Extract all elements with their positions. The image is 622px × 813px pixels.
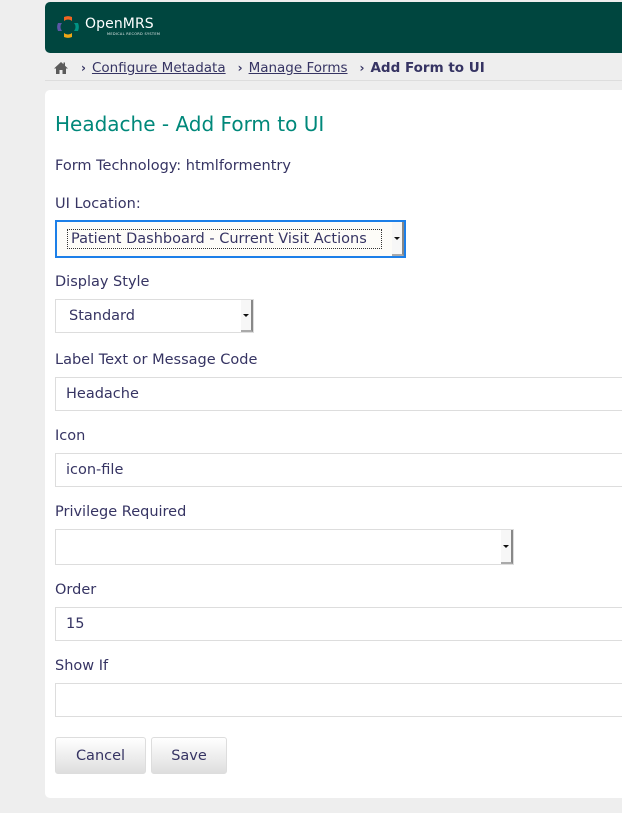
dropdown-arrow[interactable] xyxy=(241,300,253,332)
label-text-input[interactable]: Headache xyxy=(55,377,622,411)
privilege-label: Privilege Required xyxy=(55,504,187,520)
privilege-select[interactable] xyxy=(55,529,514,565)
display-style-label: Display Style xyxy=(55,274,150,290)
logo-name: OpenMRS xyxy=(85,16,154,32)
order-label: Order xyxy=(55,582,97,598)
chevron-right-icon: › xyxy=(359,61,365,75)
breadcrumb-manage-forms[interactable]: Manage Forms xyxy=(249,60,348,76)
form-technology-text: Form Technology: htmlformentry xyxy=(55,158,291,174)
breadcrumb-current: Add Form to UI xyxy=(370,60,485,76)
chevron-right-icon: › xyxy=(81,61,86,75)
cancel-button[interactable]: Cancel xyxy=(55,737,146,774)
ui-location-label: UI Location: xyxy=(55,196,141,212)
home-icon[interactable] xyxy=(53,61,69,75)
chevron-down-icon xyxy=(394,236,400,240)
ui-location-select[interactable]: Patient Dashboard - Current Visit Action… xyxy=(55,220,406,258)
show-if-input[interactable] xyxy=(55,683,622,717)
breadcrumb-configure-metadata[interactable]: Configure Metadata xyxy=(92,60,226,76)
chevron-down-icon xyxy=(243,313,249,317)
show-if-label: Show If xyxy=(55,658,109,674)
openmrs-logo-icon xyxy=(57,16,79,38)
form-card: Headache - Add Form to UI Form Technolog… xyxy=(45,90,622,798)
chevron-down-icon xyxy=(503,544,509,548)
label-text-label: Label Text or Message Code xyxy=(55,352,258,368)
ui-location-value: Patient Dashboard - Current Visit Action… xyxy=(67,229,382,249)
order-input[interactable]: 15 xyxy=(55,607,622,641)
save-button[interactable]: Save xyxy=(151,737,227,774)
dropdown-arrow[interactable] xyxy=(392,222,404,256)
app-header: OpenMRS MEDICAL RECORD SYSTEM xyxy=(45,2,622,53)
icon-input[interactable]: icon-file xyxy=(55,453,622,487)
chevron-right-icon: › xyxy=(237,61,243,75)
icon-label: Icon xyxy=(55,428,86,444)
dropdown-arrow[interactable] xyxy=(501,530,513,564)
display-style-value: Standard xyxy=(69,308,135,324)
openmrs-logo[interactable]: OpenMRS MEDICAL RECORD SYSTEM xyxy=(55,14,160,40)
breadcrumb: › Configure Metadata › Manage Forms › Ad… xyxy=(45,56,622,81)
display-style-select[interactable]: Standard xyxy=(55,299,254,333)
page-title: Headache - Add Form to UI xyxy=(55,112,325,136)
logo-tagline: MEDICAL RECORD SYSTEM xyxy=(107,32,161,36)
